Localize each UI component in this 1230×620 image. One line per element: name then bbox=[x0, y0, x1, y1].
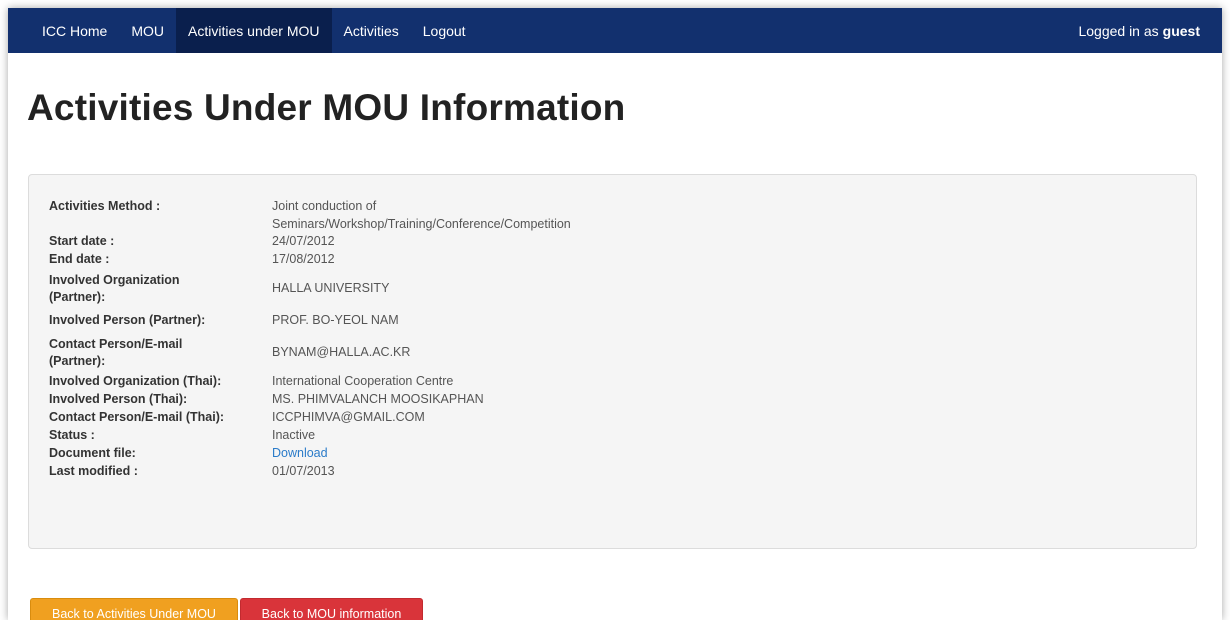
detail-value: ICCPHIMVA@GMAIL.COM bbox=[272, 410, 425, 425]
detail-label: Contact Person/E-mail (Partner): bbox=[49, 336, 183, 369]
logged-in-user: guest bbox=[1162, 22, 1200, 39]
detail-row-start-date: Start date : 24/07/2012 bbox=[49, 233, 642, 251]
detail-row-org-thai: Involved Organization (Thai): Internatio… bbox=[49, 373, 642, 391]
detail-value: 24/07/2012 bbox=[272, 234, 335, 249]
detail-row-org-partner: Involved Organization (Partner): HALLA U… bbox=[49, 269, 642, 309]
detail-value: Joint conduction of Seminars/Workshop/Tr… bbox=[272, 199, 571, 231]
detail-row-contact-thai: Contact Person/E-mail (Thai): ICCPHIMVA@… bbox=[49, 409, 642, 427]
detail-label: Document file: bbox=[49, 446, 136, 461]
detail-row-document-file: Document file: Download bbox=[49, 445, 642, 463]
logged-in-status: Logged in as guest bbox=[1078, 8, 1200, 53]
detail-row-end-date: End date : 17/08/2012 bbox=[49, 251, 642, 269]
detail-row-person-partner: Involved Person (Partner): PROF. BO-YEOL… bbox=[49, 309, 642, 333]
detail-value: Download bbox=[272, 445, 642, 463]
details-table: Activities Method : Joint conduction of … bbox=[49, 198, 642, 481]
detail-label: Contact Person/E-mail (Thai): bbox=[49, 410, 225, 425]
nav-icc-home[interactable]: ICC Home bbox=[30, 8, 119, 53]
detail-label: End date : bbox=[49, 252, 110, 267]
nav-mou[interactable]: MOU bbox=[119, 8, 176, 53]
detail-label: Last modified : bbox=[49, 464, 138, 479]
detail-label: Activities Method : bbox=[49, 199, 161, 213]
top-navbar: ICC Home MOU Activities under MOU Activi… bbox=[8, 8, 1222, 53]
detail-value: Inactive bbox=[272, 428, 316, 443]
detail-value: BYNAM@HALLA.AC.KR bbox=[272, 345, 411, 360]
details-panel: Activities Method : Joint conduction of … bbox=[28, 174, 1197, 549]
detail-value: PROF. BO-YEOL NAM bbox=[272, 313, 399, 328]
page-title: Activities Under MOU Information bbox=[27, 87, 626, 128]
detail-value: 01/07/2013 bbox=[272, 464, 335, 479]
detail-value: 17/08/2012 bbox=[272, 252, 335, 267]
detail-label: Involved Organization (Thai): bbox=[49, 374, 222, 389]
detail-label: Involved Person (Thai): bbox=[49, 392, 188, 407]
detail-value: International Cooperation Centre bbox=[272, 374, 454, 389]
detail-value: MS. PHIMVALANCH MOOSIKAPHAN bbox=[272, 392, 484, 407]
back-to-activities-button[interactable]: Back to Activities Under MOU bbox=[30, 598, 238, 620]
page-frame: ICC Home MOU Activities under MOU Activi… bbox=[8, 8, 1222, 620]
back-to-mou-button[interactable]: Back to MOU information bbox=[240, 598, 423, 620]
detail-label: Status : bbox=[49, 428, 95, 443]
detail-label: Involved Person (Partner): bbox=[49, 313, 206, 328]
nav-activities-under-mou[interactable]: Activities under MOU bbox=[176, 8, 332, 53]
detail-row-last-modified: Last modified : 01/07/2013 bbox=[49, 463, 642, 481]
detail-row-contact-partner: Contact Person/E-mail (Partner): BYNAM@H… bbox=[49, 333, 642, 373]
detail-row-status: Status : Inactive bbox=[49, 427, 642, 445]
detail-value: HALLA UNIVERSITY bbox=[272, 281, 390, 296]
detail-label: Involved Organization (Partner): bbox=[49, 272, 180, 305]
detail-row-person-thai: Involved Person (Thai): MS. PHIMVALANCH … bbox=[49, 391, 642, 409]
logged-in-prefix: Logged in as bbox=[1078, 22, 1159, 39]
detail-label: Start date : bbox=[49, 234, 115, 249]
download-link[interactable]: Download bbox=[272, 446, 328, 460]
nav-logout[interactable]: Logout bbox=[411, 8, 478, 53]
nav-activities[interactable]: Activities bbox=[332, 8, 411, 53]
detail-row-activities-method: Activities Method : Joint conduction of … bbox=[49, 198, 642, 233]
